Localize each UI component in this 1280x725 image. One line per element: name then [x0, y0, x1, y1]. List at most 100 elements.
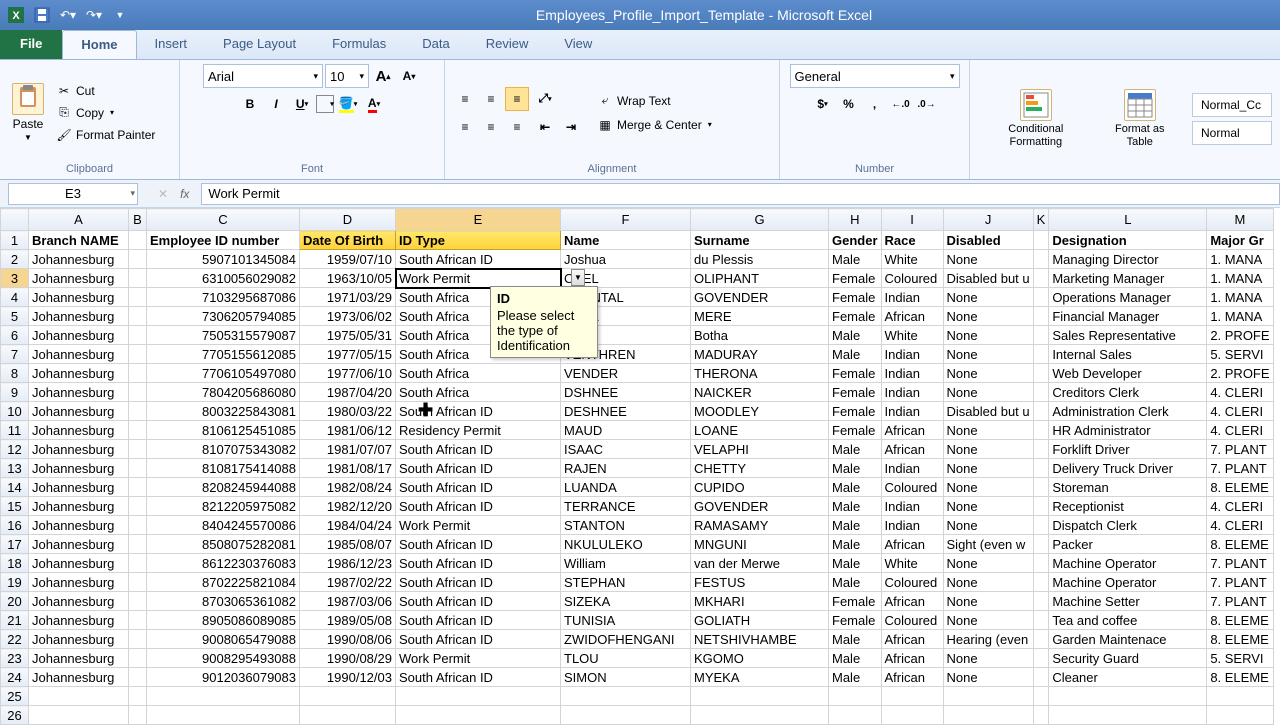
fx-icon[interactable]: fx — [180, 187, 189, 201]
row-head-8[interactable]: 8 — [1, 364, 29, 383]
cell[interactable] — [561, 687, 691, 706]
cell[interactable]: Coloured — [881, 478, 943, 497]
cell[interactable]: TUNISIA — [561, 611, 691, 630]
decrease-decimal-button[interactable]: .0→ — [915, 92, 939, 116]
cell[interactable]: Garden Maintenace — [1049, 630, 1207, 649]
cell[interactable] — [129, 668, 147, 687]
cell[interactable] — [1207, 687, 1273, 706]
cell[interactable]: White — [881, 554, 943, 573]
header-cell[interactable]: Date Of Birth — [300, 231, 396, 250]
cell[interactable]: van der Merwe — [691, 554, 829, 573]
cell[interactable]: Indian — [881, 402, 943, 421]
cell[interactable]: Johannesburg — [29, 649, 129, 668]
header-cell[interactable]: Disabled — [943, 231, 1033, 250]
header-cell[interactable]: Employee ID number — [147, 231, 300, 250]
cell[interactable] — [147, 687, 300, 706]
cell[interactable] — [1033, 478, 1049, 497]
cell[interactable] — [1033, 687, 1049, 706]
cell[interactable]: None — [943, 421, 1033, 440]
cell[interactable]: 5907101345084 — [147, 250, 300, 269]
cell[interactable]: 8208245944088 — [147, 478, 300, 497]
cell[interactable]: Male — [829, 326, 882, 345]
cell[interactable]: 8. ELEME — [1207, 535, 1273, 554]
cell[interactable]: Male — [829, 497, 882, 516]
validation-dropdown-arrow[interactable]: ▼ — [571, 269, 585, 286]
header-cell[interactable] — [1033, 231, 1049, 250]
cell[interactable]: Male — [829, 573, 882, 592]
cell[interactable]: William — [561, 554, 691, 573]
cell[interactable]: 1971/03/29 — [300, 288, 396, 307]
currency-button[interactable]: $▾ — [811, 92, 835, 116]
cell[interactable]: 2. PROFE — [1207, 326, 1273, 345]
header-cell[interactable]: Gender — [829, 231, 882, 250]
cell[interactable]: Operations Manager — [1049, 288, 1207, 307]
cell[interactable]: Female — [829, 402, 882, 421]
cell[interactable]: Botha — [691, 326, 829, 345]
cell[interactable]: South Africa — [396, 364, 561, 383]
cell[interactable] — [29, 706, 129, 725]
cell[interactable]: Johannesburg — [29, 535, 129, 554]
cell[interactable]: None — [943, 516, 1033, 535]
cell[interactable]: Johannesburg — [29, 269, 129, 288]
align-center-button[interactable]: ≡ — [479, 115, 503, 139]
cell[interactable]: Sales Representative — [1049, 326, 1207, 345]
cell[interactable]: 1984/04/24 — [300, 516, 396, 535]
cell[interactable]: Forklift Driver — [1049, 440, 1207, 459]
cell[interactable]: Johannesburg — [29, 611, 129, 630]
cell[interactable]: Female — [829, 592, 882, 611]
tab-formulas[interactable]: Formulas — [314, 30, 404, 59]
cell[interactable] — [1033, 611, 1049, 630]
cell[interactable] — [129, 459, 147, 478]
cell[interactable] — [1033, 345, 1049, 364]
cell[interactable]: None — [943, 364, 1033, 383]
cell[interactable]: Joshua — [561, 250, 691, 269]
cell[interactable]: 8508075282081 — [147, 535, 300, 554]
cell[interactable]: None — [943, 478, 1033, 497]
row-head-4[interactable]: 4 — [1, 288, 29, 307]
cell[interactable]: South African ID — [396, 554, 561, 573]
cell[interactable]: 1973/06/02 — [300, 307, 396, 326]
cell[interactable]: 8212205975082 — [147, 497, 300, 516]
header-cell[interactable]: Branch NAME — [29, 231, 129, 250]
cell[interactable] — [129, 573, 147, 592]
cut-button[interactable]: ✂Cut — [52, 81, 159, 101]
cell[interactable]: South African ID — [396, 535, 561, 554]
cell[interactable]: MKHARI — [691, 592, 829, 611]
cell[interactable]: Johannesburg — [29, 307, 129, 326]
cell[interactable]: 8702225821084 — [147, 573, 300, 592]
col-head-E[interactable]: E — [396, 209, 561, 231]
col-head-L[interactable]: L — [1049, 209, 1207, 231]
header-cell[interactable]: Designation — [1049, 231, 1207, 250]
cell[interactable]: Female — [829, 383, 882, 402]
font-name-select[interactable]: Arial▾ — [203, 64, 323, 88]
redo-icon[interactable]: ↷▾ — [82, 3, 106, 27]
cell[interactable] — [1033, 668, 1049, 687]
cell[interactable]: 7804205686080 — [147, 383, 300, 402]
cell[interactable] — [129, 478, 147, 497]
col-head-C[interactable]: C — [147, 209, 300, 231]
cell[interactable]: 1987/02/22 — [300, 573, 396, 592]
undo-icon[interactable]: ↶▾ — [56, 3, 80, 27]
cell[interactable] — [129, 250, 147, 269]
cell[interactable]: Disabled but u — [943, 269, 1033, 288]
cell[interactable]: Johannesburg — [29, 554, 129, 573]
cell[interactable]: GOLIATH — [691, 611, 829, 630]
cell[interactable] — [300, 706, 396, 725]
cell[interactable] — [129, 516, 147, 535]
cell[interactable]: OLIPHANT — [691, 269, 829, 288]
cell[interactable]: South African ID — [396, 573, 561, 592]
cell[interactable]: Johannesburg — [29, 440, 129, 459]
cell[interactable]: 2. PROFE — [1207, 364, 1273, 383]
cell[interactable] — [691, 706, 829, 725]
cell[interactable] — [396, 687, 561, 706]
grow-font-button[interactable]: A▴ — [371, 64, 395, 88]
header-cell[interactable]: Major Gr — [1207, 231, 1273, 250]
qat-customize-icon[interactable]: ▼ — [108, 3, 132, 27]
cell[interactable]: Machine Setter — [1049, 592, 1207, 611]
cell[interactable]: Cleaner — [1049, 668, 1207, 687]
cell[interactable]: South African ID — [396, 592, 561, 611]
cell[interactable]: South African ID — [396, 630, 561, 649]
cell[interactable]: 1. MANA — [1207, 307, 1273, 326]
cell[interactable]: Residency Permit — [396, 421, 561, 440]
cell[interactable]: 5. SERVI — [1207, 345, 1273, 364]
